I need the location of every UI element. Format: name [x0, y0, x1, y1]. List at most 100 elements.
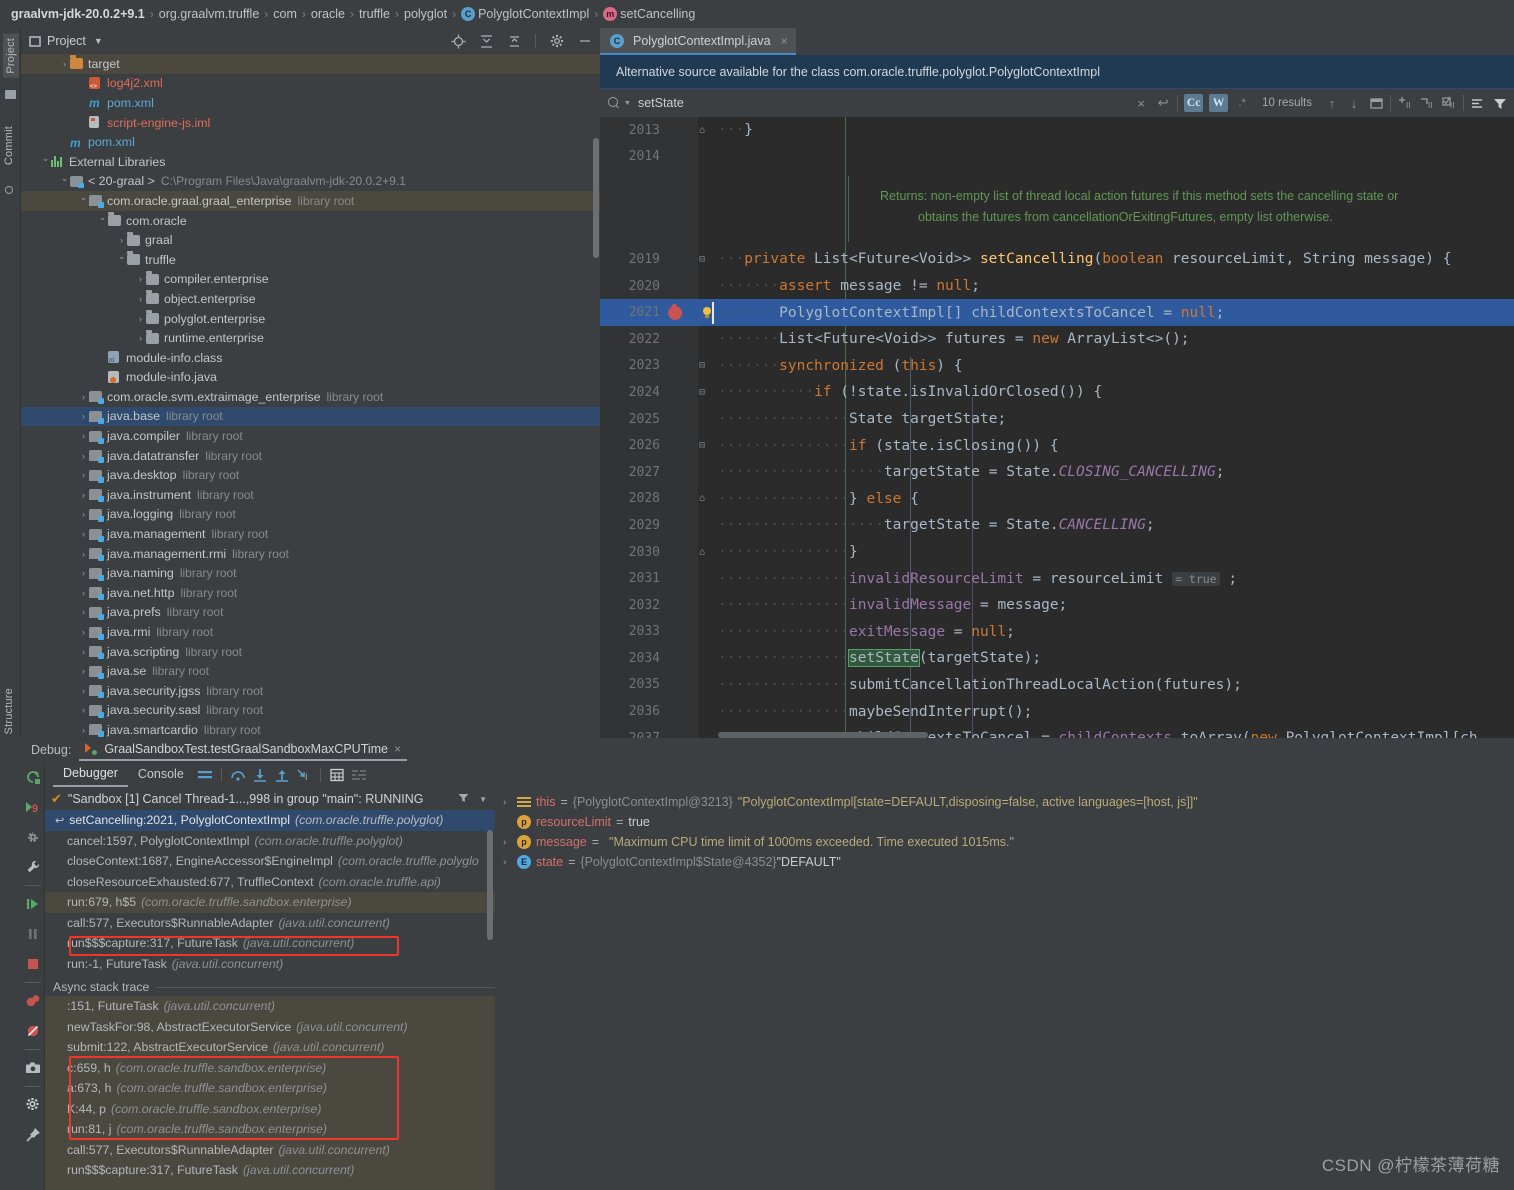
call-stack-frames[interactable]: ↩setCancelling:2021, PolyglotContextImpl… [45, 810, 495, 978]
chevron-right-icon[interactable]: › [503, 837, 517, 848]
close-icon[interactable]: × [781, 34, 788, 48]
step-over-icon[interactable] [227, 766, 249, 784]
find-previous-button[interactable]: ↑ [1324, 95, 1340, 111]
code-line-2024[interactable]: 2024⊟···········if (!state.isInvalidOrCl… [600, 379, 1514, 406]
breadcrumb-item-polyglot[interactable]: polyglot [401, 7, 450, 21]
variable-row-resourceLimit[interactable]: presourceLimit=true [497, 812, 1514, 832]
chevron-right-icon[interactable]: › [503, 797, 517, 808]
evaluate-icon[interactable] [326, 766, 348, 784]
step-into-icon[interactable] [249, 766, 271, 784]
search-input[interactable]: ▼ setState [608, 96, 684, 110]
sidebar-tab-structure[interactable]: Structure [3, 688, 15, 734]
stack-frame-row[interactable]: run$$$capture:317, FutureTask(java.util.… [45, 933, 495, 954]
tab-debugger[interactable]: Debugger [53, 763, 128, 787]
chevron-right-icon[interactable] [78, 470, 89, 480]
camera-icon[interactable] [21, 1053, 45, 1083]
chevron-right-icon[interactable] [78, 647, 89, 657]
async-stack-frame-row[interactable]: run:81, j(com.oracle.truffle.sandbox.ent… [45, 1119, 495, 1140]
fold-marker-collapse[interactable]: ⊟ [696, 360, 708, 371]
async-stack-frame-row[interactable]: c:659, h(com.oracle.truffle.sandbox.ente… [45, 1058, 495, 1079]
async-stack-frame-row[interactable]: submit:122, AbstractExecutorService(java… [45, 1037, 495, 1058]
tree-item-java-desktop[interactable]: java.desktoplibrary root [21, 465, 600, 485]
variables-pane[interactable]: ›this={PolyglotContextImpl@3213}"Polyglo… [497, 788, 1514, 1190]
chevron-right-icon[interactable] [78, 490, 89, 500]
tree-item-java-net-http[interactable]: java.net.httplibrary root [21, 583, 600, 603]
frames-scrollbar[interactable] [487, 830, 493, 940]
tree-item-truffle[interactable]: truffle [21, 250, 600, 270]
tree-item-20-graal[interactable]: < 20-graal >C:\Program Files\Java\graalv… [21, 172, 600, 192]
async-stack-frame-row[interactable]: a:673, h(com.oracle.truffle.sandbox.ente… [45, 1078, 495, 1099]
code-line-2013[interactable]: 2013⌂···} [600, 117, 1514, 144]
sidebar-tab-commit[interactable]: Commit [3, 126, 15, 165]
tree-item-java-se[interactable]: java.selibrary root [21, 661, 600, 681]
stack-frame-row[interactable]: run:679, h$5(com.oracle.truffle.sandbox.… [45, 892, 495, 913]
step-out-icon[interactable] [271, 766, 293, 784]
find-next-button[interactable]: ↓ [1346, 95, 1362, 111]
code-line-2032[interactable]: 2032···············invalidMessage = mess… [600, 592, 1514, 619]
settings-wrench-icon[interactable] [21, 852, 45, 882]
chevron-right-icon[interactable] [78, 549, 89, 559]
async-stack-frame-row[interactable]: call:577, Executors$RunnableAdapter(java… [45, 1140, 495, 1161]
stack-frame-row[interactable]: call:577, Executors$RunnableAdapter(java… [45, 913, 495, 934]
stack-frame-row[interactable]: run:-1, FutureTask(java.util.concurrent) [45, 954, 495, 975]
fold-marker-collapse[interactable]: ⊟ [696, 387, 708, 398]
async-stack-frame-row[interactable]: newTaskFor:98, AbstractExecutorService(j… [45, 1017, 495, 1038]
layout-icon[interactable] [194, 766, 216, 784]
code-line-2021[interactable]: 2021·······PolyglotContextImpl[] childCo… [600, 299, 1514, 326]
code-line-2036[interactable]: 2036···············maybeSendInterrupt(); [600, 698, 1514, 725]
async-stack-frame-row[interactable]: run$$$capture:317, FutureTask(java.util.… [45, 1160, 495, 1181]
stack-frame-row[interactable]: closeContext:1687, EngineAccessor$Engine… [45, 851, 495, 872]
mute-breakpoints-icon[interactable] [348, 766, 370, 784]
whole-words-toggle[interactable]: W [1209, 94, 1228, 112]
tree-item-object-enterprise[interactable]: object.enterprise [21, 289, 600, 309]
tree-item-java-management[interactable]: java.managementlibrary root [21, 524, 600, 544]
search-history-icon[interactable]: ↩ [1155, 95, 1171, 111]
project-tree-scrollbar[interactable] [593, 138, 599, 258]
thread-selector[interactable]: ✔ "Sandbox [1] Cancel Thread-1...,998 in… [45, 788, 495, 810]
fold-marker-collapse[interactable]: ⊟ [696, 440, 708, 451]
chevron-right-icon[interactable] [78, 607, 89, 617]
tree-item-java-base[interactable]: java.baselibrary root [21, 407, 600, 427]
rerun-icon[interactable] [21, 762, 45, 792]
code-line-2033[interactable]: 2033···············exitMessage = null; [600, 619, 1514, 646]
chevron-right-icon[interactable] [135, 274, 146, 284]
chevron-right-icon[interactable] [116, 235, 127, 245]
locate-icon[interactable] [451, 34, 466, 49]
filter-icon[interactable] [458, 793, 469, 806]
code-lines[interactable]: 2013⌂···}2014Returns: non-empty list of … [600, 117, 1514, 738]
expand-all-icon[interactable] [507, 34, 522, 49]
chevron-down-icon[interactable] [97, 215, 108, 226]
resume-icon[interactable] [21, 889, 45, 919]
force-step-into-icon[interactable]: I [293, 766, 315, 784]
tree-item-java-smartcardio[interactable]: java.smartcardiolibrary root [21, 720, 600, 738]
tree-item-com-oracle-graal-graal-enterprise[interactable]: com.oracle.graal.graal_enterpriselibrary… [21, 191, 600, 211]
in-selection-icon[interactable] [1470, 95, 1486, 111]
tree-item-compiler-enterprise[interactable]: compiler.enterprise [21, 270, 600, 290]
chevron-right-icon[interactable] [78, 411, 89, 421]
chevron-right-icon[interactable] [135, 294, 146, 304]
add-selection-icon[interactable]: II [1397, 95, 1413, 111]
variable-row-state[interactable]: ›Estate={PolyglotContextImpl$State@4352}… [497, 852, 1514, 872]
tree-item-script-engine-js-iml[interactable]: script-engine-js.iml [21, 113, 600, 133]
code-line-2031[interactable]: 2031···············invalidResourceLimit … [600, 565, 1514, 592]
filter-icon[interactable] [1492, 95, 1508, 111]
tree-item-java-management-rmi[interactable]: java.management.rmilibrary root [21, 544, 600, 564]
code-line-2019[interactable]: 2019⊟···private List<Future<Void>> setCa… [600, 246, 1514, 273]
debug-session-tab[interactable]: GraalSandboxTest.testGraalSandboxMaxCPUT… [79, 740, 407, 761]
tree-item-external-libraries[interactable]: External Libraries [21, 152, 600, 172]
tree-item-log4j2-xml[interactable]: log4j2.xml [21, 74, 600, 94]
tree-item-com-oracle-svm-extraimage-enterprise[interactable]: com.oracle.svm.extraimage_enterpriselibr… [21, 387, 600, 407]
tree-item-polyglot-enterprise[interactable]: polyglot.enterprise [21, 309, 600, 329]
stack-frame-row[interactable]: ↩setCancelling:2021, PolyglotContextImpl… [45, 810, 495, 831]
tree-item-module-info-java[interactable]: module-info.java [21, 368, 600, 388]
chevron-down-icon[interactable]: ▼ [94, 36, 103, 46]
tree-item-java-naming[interactable]: java.naminglibrary root [21, 563, 600, 583]
tree-item-java-compiler[interactable]: java.compilerlibrary root [21, 426, 600, 446]
code-line-2022[interactable]: 2022·······List<Future<Void>> futures = … [600, 326, 1514, 353]
chevron-right-icon[interactable] [78, 686, 89, 696]
restore-layout-icon[interactable] [21, 822, 45, 852]
chevron-right-icon[interactable] [78, 568, 89, 578]
chevron-right-icon[interactable] [78, 509, 89, 519]
minimize-icon[interactable] [577, 34, 592, 49]
tree-item-java-logging[interactable]: java.logginglibrary root [21, 505, 600, 525]
